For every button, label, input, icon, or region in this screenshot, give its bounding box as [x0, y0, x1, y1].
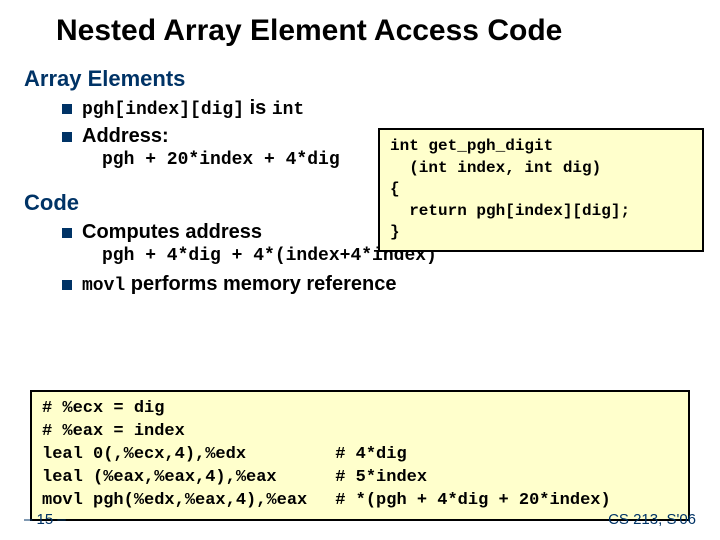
bullet-icon: [62, 104, 72, 114]
asm-col-left: # %ecx = dig # %eax = index leal 0(,%ecx…: [42, 398, 307, 513]
section-array-elements: Array Elements: [24, 66, 696, 92]
code-pgh-index-dig: pgh[index][dig]: [82, 100, 244, 120]
bullet-pgh-type: pgh[index][dig] is int: [82, 97, 304, 120]
footer-course: CS 213, S'06: [608, 511, 696, 528]
bullet-icon: [62, 132, 72, 142]
code-box-getpghdigit: int get_pgh_digit (int index, int dig) {…: [378, 128, 704, 252]
slide-title: Nested Array Element Access Code: [56, 14, 696, 48]
code-box-assembly: # %ecx = dig # %eax = index leal 0(,%ecx…: [30, 390, 690, 521]
code-movl: movl: [82, 276, 125, 296]
bullet-computes-address: Computes address: [82, 221, 262, 244]
bullet-address: Address:: [82, 125, 169, 148]
bullet-icon: [62, 280, 72, 290]
text-performs: performs memory reference: [125, 273, 396, 295]
text-is: is: [244, 97, 272, 119]
asm-col-right: # 4*dig # 5*index # *(pgh + 4*dig + 20*i…: [335, 398, 610, 513]
code-int: int: [272, 100, 304, 120]
bullet-icon: [62, 228, 72, 238]
footer-page-number: – 15 –: [24, 511, 66, 528]
bullet-movl: movl performs memory reference: [82, 273, 396, 296]
